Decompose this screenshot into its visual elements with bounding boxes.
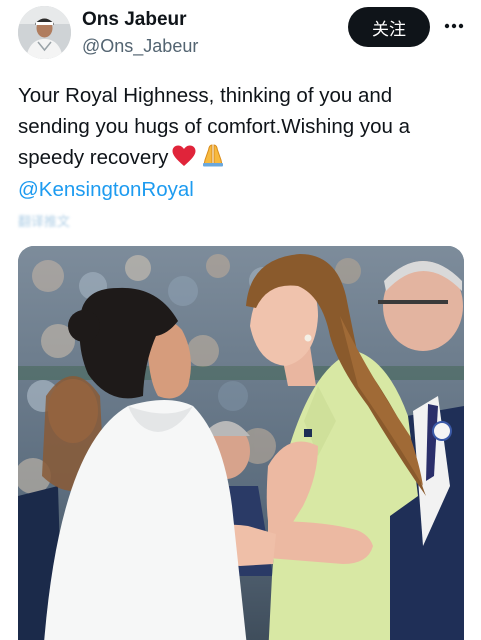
more-options-button[interactable] — [440, 14, 468, 38]
avatar[interactable] — [18, 6, 71, 59]
follow-button[interactable]: 关注 — [348, 7, 430, 47]
tweet-line: Your Royal Highness, thinking of you and — [18, 84, 393, 107]
red-heart-icon — [172, 145, 196, 176]
mention-link[interactable]: @KensingtonRoyal — [18, 174, 194, 205]
tweet-line: speedy recovery — [18, 146, 169, 169]
tweet-text: Your Royal Highness, thinking of you and… — [18, 80, 468, 176]
author-name[interactable]: Ons Jabeur — [82, 9, 187, 31]
author-handle[interactable]: @Ons_Jabeur — [82, 36, 198, 57]
tweet-photo[interactable] — [18, 246, 464, 640]
tweet-line-with-emoji: speedy recovery — [18, 142, 468, 176]
tweet-card: Ons Jabeur @Ons_Jabeur 关注 Your Royal Hig… — [0, 0, 481, 640]
translate-link[interactable]: 翻译推文 — [18, 211, 70, 230]
more-horizontal-icon — [444, 23, 464, 29]
folded-hands-icon — [200, 143, 226, 176]
tweet-line: sending you hugs of comfort.Wishing you … — [18, 115, 410, 138]
